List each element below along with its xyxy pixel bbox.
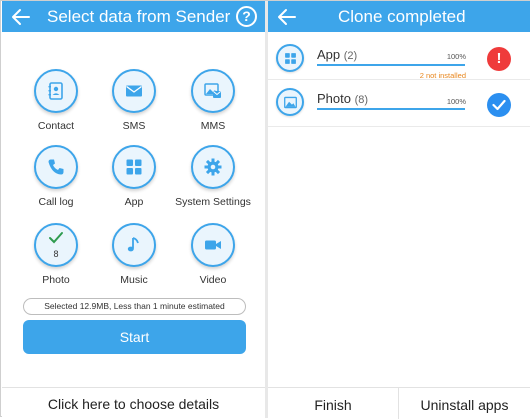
start-button[interactable]: Start (23, 320, 246, 354)
app-grid-icon (112, 145, 156, 189)
mms-icon (191, 69, 235, 113)
page-title: Clone completed (338, 7, 466, 26)
back-arrow-icon[interactable] (276, 6, 298, 28)
sender-header: Select data from Sender ? (2, 1, 265, 32)
category-video[interactable]: Video (173, 223, 253, 303)
music-note-icon (112, 223, 156, 267)
bottom-action-bar: Finish Uninstall apps (268, 387, 530, 419)
item-name: Photo (8) (317, 91, 369, 106)
category-label: Call log (38, 196, 74, 208)
phone-icon (34, 145, 78, 189)
category-label: Contact (37, 120, 75, 132)
transfer-estimate: Selected 12.9MB, Less than 1 minute esti… (23, 298, 246, 315)
clone-panel: Clone completed App (2) 100% 2 not insta… (268, 1, 530, 419)
finish-button[interactable]: Finish (268, 397, 398, 413)
category-music[interactable]: Music (94, 223, 174, 303)
category-label: Photo (42, 274, 70, 286)
sender-panel: Select data from Sender ? Contact SMS MM… (2, 1, 265, 418)
progress-bar (317, 108, 465, 110)
video-camera-icon (191, 223, 235, 267)
category-label: MMS (200, 120, 226, 132)
progress-percent: 100% (446, 97, 466, 106)
progress-bar (317, 64, 465, 66)
category-label: Video (199, 274, 227, 286)
help-icon[interactable]: ? (236, 6, 257, 27)
success-check-icon (487, 93, 511, 117)
category-mms[interactable]: MMS (173, 69, 253, 149)
progress-percent: 100% (446, 52, 466, 61)
category-photo[interactable]: 8 Photo (16, 223, 96, 303)
choose-details-link[interactable]: Click here to choose details (2, 396, 265, 412)
category-label: Music (120, 274, 148, 286)
warning-text: 2 not installed (419, 71, 466, 80)
app-grid-icon (276, 44, 304, 72)
photo-count: 8 (53, 249, 59, 259)
divider (2, 387, 265, 388)
category-label: System Settings (175, 196, 251, 208)
error-icon[interactable]: ! (487, 47, 511, 71)
clone-header: Clone completed (268, 1, 530, 32)
category-call-log[interactable]: Call log (16, 145, 96, 225)
category-sms[interactable]: SMS (94, 69, 174, 149)
category-app[interactable]: App (94, 145, 174, 225)
uninstall-apps-button[interactable]: Uninstall apps (399, 397, 530, 413)
result-row-photo[interactable]: Photo (8) 100% (268, 80, 530, 127)
gear-icon (191, 145, 235, 189)
category-contact[interactable]: Contact (16, 69, 96, 149)
contact-book-icon (34, 69, 78, 113)
page-title: Select data from Sender (47, 7, 231, 26)
envelope-icon (112, 69, 156, 113)
result-row-app[interactable]: App (2) 100% 2 not installed ! (268, 38, 530, 80)
item-name: App (2) (317, 47, 358, 62)
screenshot-frame: Select data from Sender ? Contact SMS MM… (0, 0, 530, 419)
checkmark-icon: 8 (34, 223, 78, 267)
back-arrow-icon[interactable] (10, 6, 32, 28)
image-icon (276, 88, 304, 116)
category-system-settings[interactable]: System Settings (173, 145, 253, 225)
category-label: App (124, 196, 144, 208)
category-label: SMS (122, 120, 146, 132)
